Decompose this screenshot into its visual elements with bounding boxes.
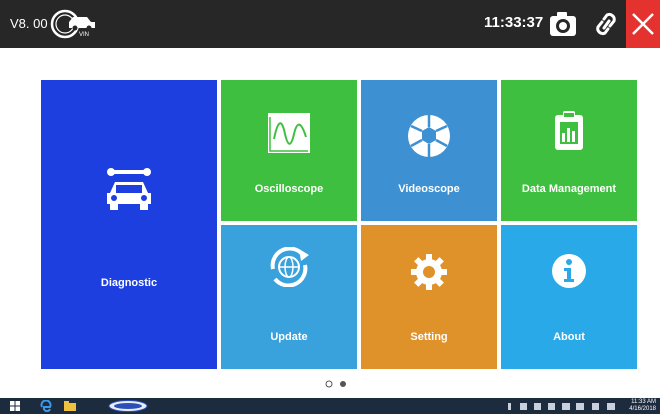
vin-scan-icon[interactable]: VIN — [49, 8, 99, 40]
setting-tile[interactable]: Setting — [361, 225, 497, 369]
update-tile[interactable]: Update — [221, 225, 357, 369]
globe-update-icon — [270, 247, 309, 287]
car-wrench-icon — [107, 168, 151, 210]
taskbar-clock[interactable]: 11:33 AM 4/16/2018 — [629, 399, 656, 413]
diagnostic-label: Diagnostic — [100, 277, 158, 289]
gear-icon — [411, 254, 447, 290]
system-tray-icons[interactable] — [508, 402, 620, 411]
camera-icon[interactable] — [547, 8, 579, 40]
aperture-icon — [408, 115, 450, 157]
setting-label: Setting — [410, 331, 448, 343]
version-label: V8. 00 — [10, 16, 48, 31]
about-tile[interactable]: About — [501, 225, 637, 369]
launch-app-icon[interactable] — [108, 400, 148, 412]
edge-browser-icon[interactable] — [40, 400, 52, 412]
videoscope-label: Videoscope — [398, 183, 460, 195]
data-management-tile[interactable]: Data Management — [501, 80, 637, 221]
file-explorer-icon[interactable] — [64, 401, 76, 411]
clipboard-chart-icon — [555, 111, 583, 150]
oscilloscope-tile[interactable]: Oscilloscope — [221, 80, 357, 221]
update-label: Update — [270, 331, 308, 343]
page-indicator — [325, 380, 346, 388]
waveform-icon — [268, 113, 310, 153]
page-dot-2[interactable] — [340, 381, 346, 387]
oscilloscope-label: Oscilloscope — [254, 183, 324, 195]
top-bar: V8. 00 VIN 11:33:37 — [0, 0, 660, 48]
link-icon[interactable] — [590, 8, 622, 40]
clock: 11:33:37 — [484, 14, 544, 31]
diagnostic-tile[interactable]: Diagnostic — [41, 80, 217, 369]
data-management-label: Data Management — [521, 183, 617, 195]
taskbar-date: 4/16/2018 — [629, 406, 656, 412]
page-dot-1[interactable] — [325, 380, 333, 388]
close-icon — [632, 13, 654, 35]
about-label: About — [553, 331, 585, 343]
close-button[interactable] — [626, 0, 660, 48]
vin-text: VIN — [79, 32, 89, 38]
windows-start-icon[interactable] — [10, 401, 20, 411]
windows-taskbar: 11:33 AM 4/16/2018 — [0, 398, 660, 414]
taskbar-time: 11:33 AM — [631, 399, 656, 405]
info-icon — [552, 254, 586, 288]
videoscope-tile[interactable]: Videoscope — [361, 80, 497, 221]
